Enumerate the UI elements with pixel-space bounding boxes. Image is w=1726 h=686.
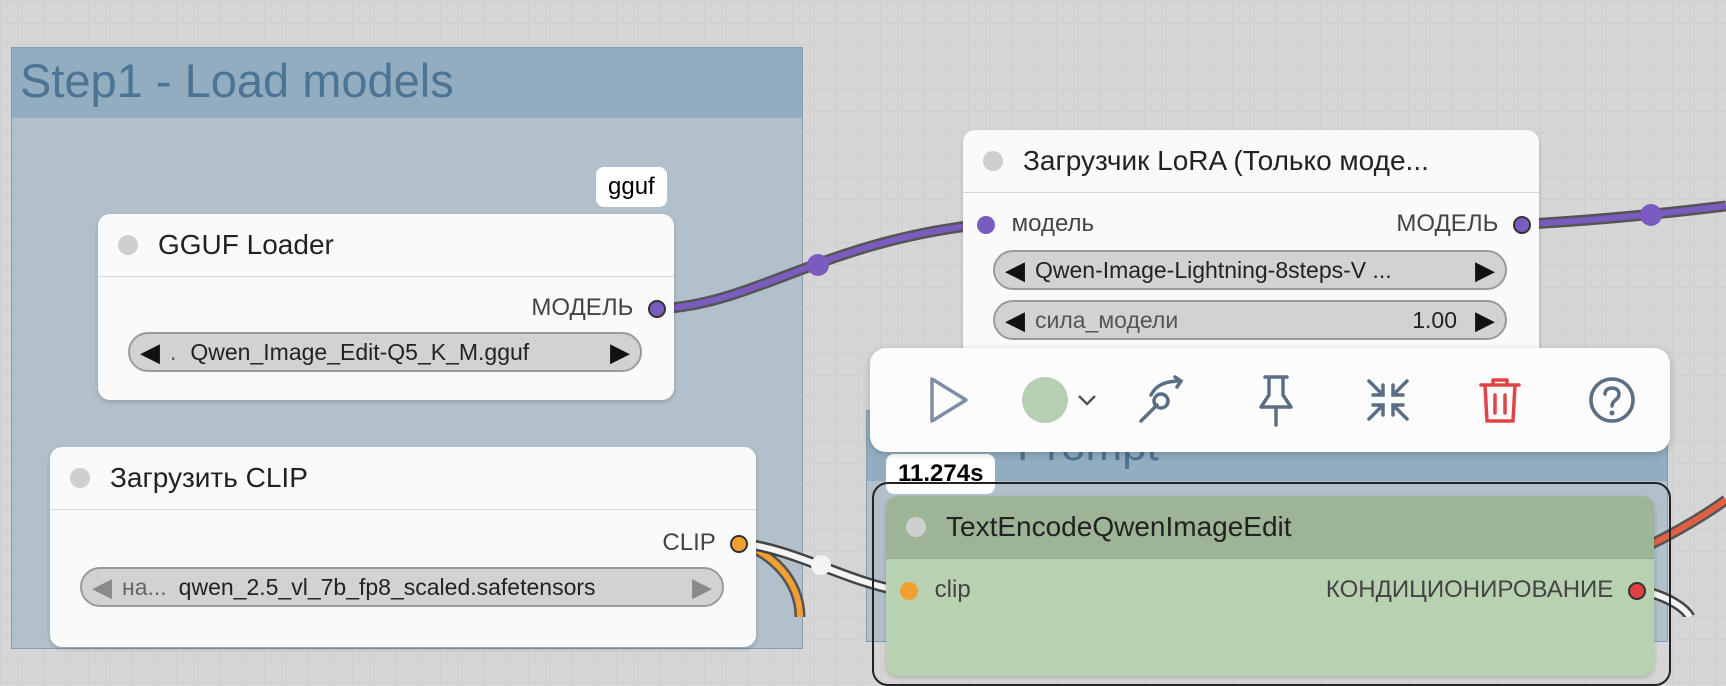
node-title: Загрузить CLIP xyxy=(110,462,308,493)
output-socket[interactable] xyxy=(1628,581,1646,600)
combo-label: . xyxy=(170,338,177,365)
increment-arrow-icon[interactable]: ▶ xyxy=(1465,255,1505,286)
bypass-icon xyxy=(1139,375,1184,423)
number-value: 1.00 xyxy=(1412,306,1457,333)
node-header[interactable]: Загрузить CLIP xyxy=(50,447,756,510)
output-model[interactable]: МОДЕЛЬ xyxy=(1396,210,1531,238)
help-button[interactable] xyxy=(1582,370,1642,430)
decrement-arrow-icon[interactable]: ◀ xyxy=(130,337,170,368)
input-socket[interactable] xyxy=(977,215,995,234)
selection-toolbox xyxy=(870,348,1670,452)
input-model[interactable]: модель xyxy=(977,210,1094,238)
color-circle-icon xyxy=(1022,377,1068,423)
collapse-icon xyxy=(1367,379,1409,421)
color-picker-button[interactable] xyxy=(1010,370,1110,430)
pin-icon xyxy=(1259,375,1293,427)
increment-arrow-icon[interactable]: ▶ xyxy=(600,337,640,368)
link-midpoint xyxy=(807,254,829,276)
output-label: МОДЕЛЬ xyxy=(1396,210,1499,237)
output-label: МОДЕЛЬ xyxy=(531,294,634,321)
output-conditioning[interactable]: КОНДИЦИОНИРОВАНИЕ xyxy=(1326,576,1646,604)
combo-label: на... xyxy=(122,573,167,600)
combo-value: qwen_2.5_vl_7b_fp8_scaled.safetensors xyxy=(178,573,596,600)
input-label: модель xyxy=(1011,210,1095,237)
node-gguf-loader[interactable]: GGUF Loader МОДЕЛЬ ◀ . Qwen_Image_Edit-Q… xyxy=(98,214,674,400)
node-header[interactable]: Загрузчик LoRA (Только моде... xyxy=(963,130,1539,193)
input-socket[interactable] xyxy=(900,581,918,600)
node-badge-gguf: gguf xyxy=(596,167,667,207)
output-socket[interactable] xyxy=(730,534,748,553)
node-header[interactable]: GGUF Loader xyxy=(98,214,674,277)
collapse-dot-icon[interactable] xyxy=(118,235,138,255)
collapse-dot-icon[interactable] xyxy=(70,468,90,488)
combo-value: Qwen-Image-Lightning-8steps-V ... xyxy=(1035,256,1392,283)
decrement-arrow-icon[interactable]: ◀ xyxy=(82,572,122,603)
node-text-encode-qwen[interactable]: TextEncodeQwenImageEdit clip КОНДИЦИОНИР… xyxy=(886,496,1654,676)
execute-button[interactable] xyxy=(918,370,978,430)
clip-name-combo[interactable]: ◀ на... qwen_2.5_vl_7b_fp8_scaled.safete… xyxy=(80,567,724,607)
output-clip[interactable]: CLIP xyxy=(662,529,748,557)
collapse-dot-icon[interactable] xyxy=(983,151,1003,171)
input-clip[interactable]: clip xyxy=(900,576,971,604)
decrement-arrow-icon[interactable]: ◀ xyxy=(995,305,1035,336)
node-title: GGUF Loader xyxy=(158,229,334,260)
unet-name-combo[interactable]: ◀ . Qwen_Image_Edit-Q5_K_M.gguf ▶ xyxy=(128,332,642,372)
delete-button[interactable] xyxy=(1470,370,1530,430)
increment-arrow-icon[interactable]: ▶ xyxy=(682,572,722,603)
bypass-button[interactable] xyxy=(1132,370,1192,430)
increment-arrow-icon[interactable]: ▶ xyxy=(1465,305,1505,336)
output-label: CLIP xyxy=(662,529,716,556)
node-title: Загрузчик LoRA (Только моде... xyxy=(1023,145,1429,176)
collapse-button[interactable] xyxy=(1358,370,1418,430)
play-icon xyxy=(930,377,968,423)
node-lora-loader[interactable]: Загрузчик LoRA (Только моде... модель МО… xyxy=(963,130,1539,370)
output-label: КОНДИЦИОНИРОВАНИЕ xyxy=(1325,576,1614,603)
output-model[interactable]: МОДЕЛЬ xyxy=(531,294,666,322)
lora-name-combo[interactable]: ◀ Qwen-Image-Lightning-8steps-V ... ▶ xyxy=(993,250,1507,290)
combo-value: Qwen_Image_Edit-Q5_K_M.gguf xyxy=(190,338,530,365)
number-label: сила_модели xyxy=(1035,306,1179,333)
input-label: clip xyxy=(934,576,971,603)
pin-button[interactable] xyxy=(1246,370,1306,430)
output-socket[interactable] xyxy=(648,299,666,318)
output-socket[interactable] xyxy=(1513,215,1531,234)
help-icon xyxy=(1589,377,1635,423)
trash-icon xyxy=(1479,378,1521,423)
chevron-down-icon xyxy=(1078,395,1096,406)
node-load-clip[interactable]: Загрузить CLIP CLIP ◀ на... qwen_2.5_vl_… xyxy=(50,447,756,647)
strength-model-number[interactable]: ◀ сила_модели 1.00 ▶ xyxy=(993,300,1507,340)
collapse-dot-icon[interactable] xyxy=(906,517,926,537)
decrement-arrow-icon[interactable]: ◀ xyxy=(995,255,1035,286)
node-title: TextEncodeQwenImageEdit xyxy=(946,511,1292,542)
node-header[interactable]: TextEncodeQwenImageEdit xyxy=(886,496,1654,559)
